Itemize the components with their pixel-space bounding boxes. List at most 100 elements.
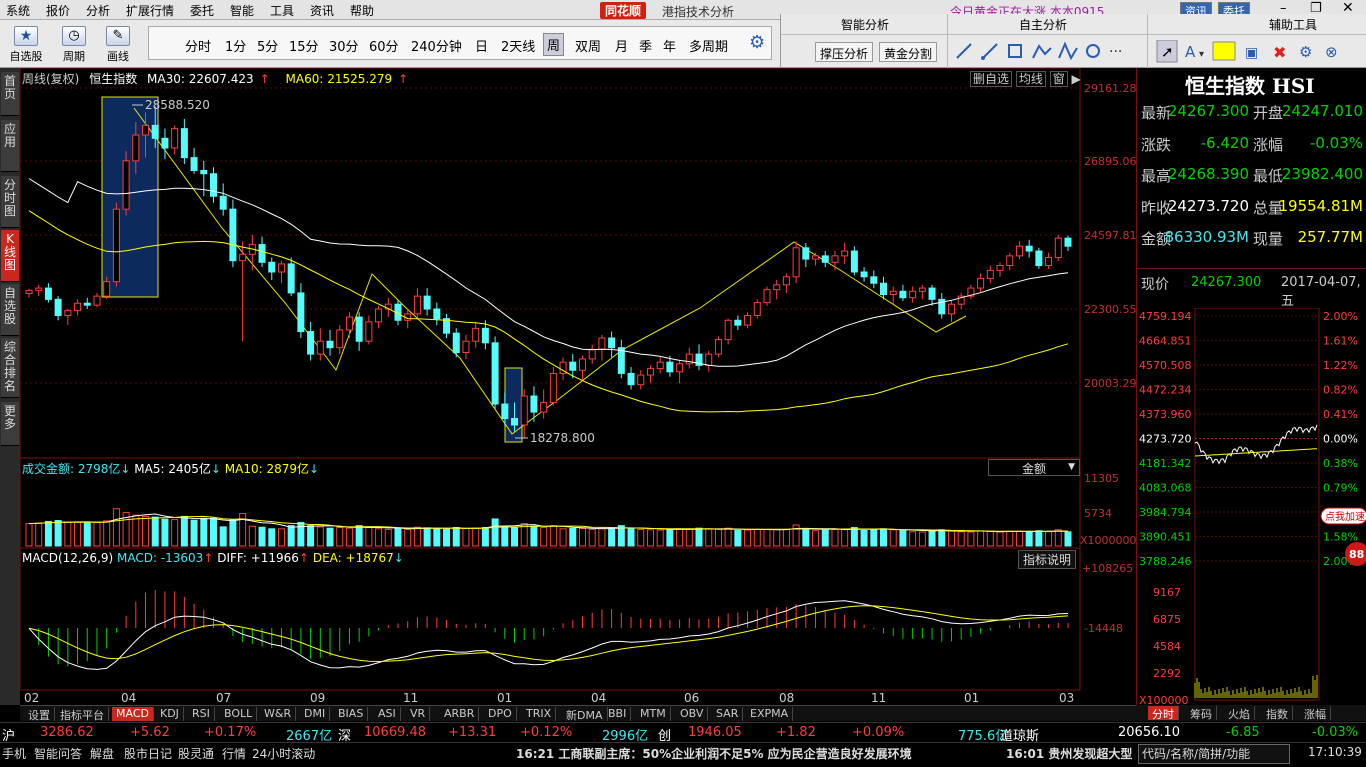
candle xyxy=(74,299,82,316)
tab-vr[interactable]: VR xyxy=(406,707,431,721)
tab-dmi[interactable]: DMI xyxy=(300,707,331,721)
news-headline-1[interactable]: 16:21 工商联副主席：50%企业利润不足5% 应为民企营造良好发展环境 xyxy=(516,745,912,762)
aux-tools-header[interactable]: 辅助工具 xyxy=(1269,16,1317,33)
period-fenshi[interactable]: 分时 xyxy=(185,36,211,55)
menu-item-quote[interactable]: 报价 xyxy=(46,2,70,19)
own-analysis-header[interactable]: 自主分析 xyxy=(1019,16,1067,33)
right-tab-1[interactable]: 筹码 xyxy=(1186,706,1217,721)
right-tab-2[interactable]: 火焰 xyxy=(1224,706,1255,721)
tab-指标平台[interactable]: 指标平台 xyxy=(56,707,109,722)
menu-item-info[interactable]: 资讯 xyxy=(310,2,334,19)
menu-item-ext-quote[interactable]: 扩展行情 xyxy=(126,2,174,19)
play-icon[interactable]: ▶ xyxy=(1072,72,1081,86)
close-panel-icon[interactable]: ⊗ xyxy=(1325,43,1338,61)
zigzag-tool-icon[interactable] xyxy=(1032,44,1052,59)
tab-mtm[interactable]: MTM xyxy=(636,707,671,721)
period-tool[interactable]: ◷ 周期 xyxy=(56,26,92,64)
tab-trix[interactable]: TRIX xyxy=(522,707,557,721)
menu-item-analysis[interactable]: 分析 xyxy=(86,2,110,19)
volume-type-dropdown[interactable]: 金额 ▼ xyxy=(988,459,1080,476)
tool-settings-icon[interactable]: ⚙ xyxy=(1299,43,1312,61)
tab-bias[interactable]: BIAS xyxy=(334,707,369,721)
remove-favorite-button[interactable]: 删自选 xyxy=(970,71,1013,87)
tab-expma[interactable]: EXPMA xyxy=(746,707,794,721)
status-quote[interactable]: 行情 xyxy=(222,745,246,762)
tab-设置[interactable]: 设置 xyxy=(24,707,55,722)
tab-arbr[interactable]: ARBR xyxy=(440,707,480,721)
draw-tool[interactable]: ✎ 画线 xyxy=(100,26,136,64)
delete-icon[interactable]: ✖ xyxy=(1273,43,1286,62)
candle xyxy=(792,241,800,284)
settings-gear-icon[interactable]: ⚙ xyxy=(749,32,765,53)
chevron-down-icon[interactable]: ▾ xyxy=(1199,49,1204,60)
period-2week[interactable]: 双周 xyxy=(575,36,601,55)
period-week[interactable]: 周 xyxy=(543,33,565,56)
period-240m[interactable]: 240分钟 xyxy=(411,36,462,55)
wave-tool-icon[interactable] xyxy=(1058,41,1078,61)
period-multi[interactable]: 多周期 xyxy=(689,36,728,55)
menu-item-trade[interactable]: 委托 xyxy=(190,2,214,19)
tab-macd[interactable]: MACD xyxy=(112,707,154,721)
dj-value[interactable]: 20656.10 xyxy=(1118,725,1180,740)
candle xyxy=(209,167,217,203)
right-tab-4[interactable]: 涨幅 xyxy=(1300,706,1331,721)
ray-tool-icon[interactable] xyxy=(981,43,998,60)
tab-w&r[interactable]: W&R xyxy=(260,707,297,721)
status-diary[interactable]: 股市日记 xyxy=(124,745,172,762)
golden-section-button[interactable]: 黄金分割 xyxy=(879,42,938,62)
window-button[interactable]: 窗 xyxy=(1049,71,1068,87)
color-picker-icon[interactable] xyxy=(1212,41,1236,61)
line-tool-icon[interactable] xyxy=(956,43,972,59)
tab-asi[interactable]: ASI xyxy=(374,707,401,721)
tab-bbi[interactable]: BBI xyxy=(604,707,632,721)
period-60m[interactable]: 60分 xyxy=(369,36,399,55)
period-year[interactable]: 年 xyxy=(663,36,676,55)
period-30m[interactable]: 30分 xyxy=(329,36,359,55)
period-5m[interactable]: 5分 xyxy=(257,36,278,55)
favorites-tool[interactable]: ★ 自选股 xyxy=(8,26,44,64)
eraser-icon[interactable]: ▣ xyxy=(1245,45,1258,61)
status-24h[interactable]: 24小时滚动 xyxy=(252,745,315,762)
support-resistance-button[interactable]: 撑压分析 xyxy=(815,42,874,62)
menu-item-smart[interactable]: 智能 xyxy=(230,2,254,19)
text-tool-icon[interactable]: A xyxy=(1185,43,1196,61)
tab-kdj[interactable]: KDJ xyxy=(156,707,184,721)
period-15m[interactable]: 15分 xyxy=(289,36,319,55)
cy-value[interactable]: 1946.05 xyxy=(688,725,742,740)
period-quarter[interactable]: 季 xyxy=(639,36,652,55)
tab-新dma[interactable]: 新DMA xyxy=(562,707,608,722)
tab-boll[interactable]: BOLL xyxy=(220,707,258,721)
tab-sar[interactable]: SAR xyxy=(712,707,744,721)
status-qa[interactable]: 智能问答 xyxy=(34,745,82,762)
indicator-help-button[interactable]: 指标说明 xyxy=(1018,550,1077,569)
rect-tool-icon[interactable] xyxy=(1008,44,1022,58)
menu-item-system[interactable]: 系统 xyxy=(6,2,30,19)
sz-value[interactable]: 10669.48 xyxy=(364,725,426,740)
news-headline-2[interactable]: 16:01 贵州发现超大型 xyxy=(1006,745,1132,762)
tab-dpo[interactable]: DPO xyxy=(484,707,517,721)
menu-item-tools[interactable]: 工具 xyxy=(270,2,294,19)
period-1m[interactable]: 1分 xyxy=(225,36,246,55)
status-gulingtong[interactable]: 股灵通 xyxy=(178,745,214,762)
tab-rsi[interactable]: RSI xyxy=(188,707,215,721)
candle-body xyxy=(268,261,276,273)
kline-chart-area[interactable]: 29161.28 26895.06 24597.81 22300.55 20003.29… xyxy=(0,68,1136,705)
smart-analysis-header[interactable]: 智能分析 xyxy=(841,16,889,33)
period-day[interactable]: 日 xyxy=(475,36,488,55)
mini-intraday-chart[interactable]: 4759.194 2.00% 4664.851 1.61% 4570.508 1.22% 4… xyxy=(1137,308,1366,705)
ma-button[interactable]: 均线 xyxy=(1015,71,1046,87)
period-month[interactable]: 月 xyxy=(615,36,628,55)
status-analysis[interactable]: 解盘 xyxy=(90,745,114,762)
quote-key-2: 现量 xyxy=(1253,230,1284,248)
sh-value[interactable]: 3286.62 xyxy=(40,725,94,740)
more-tools-icon[interactable]: ··· xyxy=(1109,44,1122,60)
right-tab-0[interactable]: 分时 xyxy=(1148,706,1179,721)
menu-item-help[interactable]: 帮助 xyxy=(350,2,374,19)
period-2day[interactable]: 2天线 xyxy=(501,36,535,55)
tab-obv[interactable]: OBV xyxy=(676,707,709,721)
circle-tool-icon[interactable] xyxy=(1086,44,1100,58)
status-mobile[interactable]: 手机 xyxy=(2,745,26,762)
code-search-input[interactable]: 代码/名称/简拼/功能 xyxy=(1138,744,1290,764)
highlight-box-high xyxy=(101,96,159,298)
right-tab-3[interactable]: 指数 xyxy=(1262,706,1293,721)
